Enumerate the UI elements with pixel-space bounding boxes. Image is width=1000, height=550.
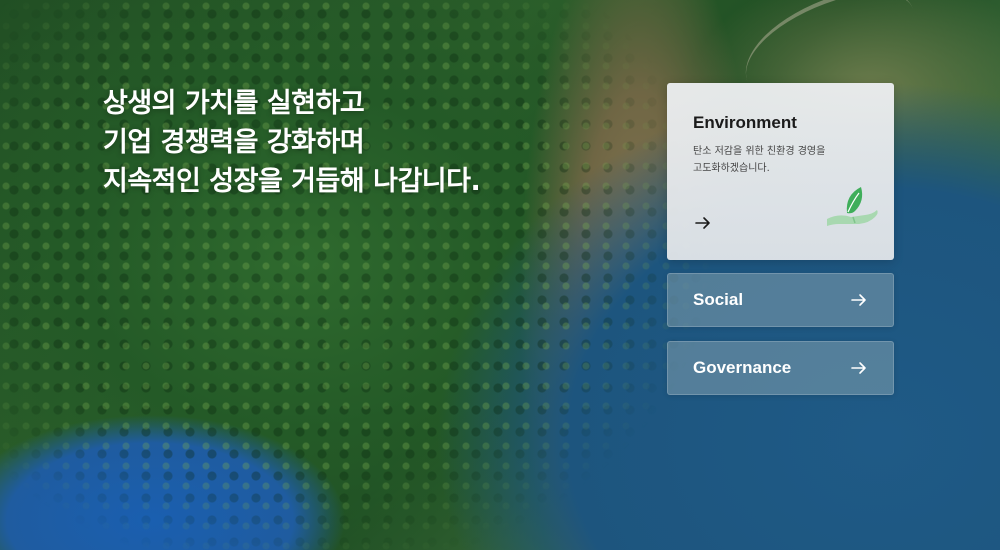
description-line: 고도화하겠습니다.: [693, 163, 770, 174]
governance-card-title: Governance: [693, 358, 792, 377]
leaf-hand-icon: [827, 187, 878, 226]
arrow-right-icon[interactable]: [693, 213, 713, 233]
environment-card-description: 탄소 저감을 위한 친환경 경영을 고도화하겠습니다.: [693, 143, 853, 177]
arrow-right-icon[interactable]: [849, 290, 869, 310]
social-card[interactable]: Social: [667, 273, 894, 327]
headline-line: 지속적인 성장을 거듭해 나갑니다.: [103, 166, 481, 197]
environment-card-title: Environment: [693, 113, 797, 132]
social-card-title: Social: [693, 290, 744, 309]
headline-line: 기업 경쟁력을 강화하며: [103, 127, 365, 158]
headline-line: 상생의 가치를 실현하고: [103, 88, 365, 119]
hero-headline: 상생의 가치를 실현하고 기업 경쟁력을 강화하며 지속적인 성장을 거듭해 나…: [103, 84, 563, 201]
description-line: 탄소 저감을 위한 친환경 경영을: [693, 146, 826, 157]
environment-card[interactable]: Environment 탄소 저감을 위한 친환경 경영을 고도화하겠습니다.: [667, 83, 894, 260]
arrow-right-icon[interactable]: [849, 358, 869, 378]
governance-card[interactable]: Governance: [667, 341, 894, 395]
